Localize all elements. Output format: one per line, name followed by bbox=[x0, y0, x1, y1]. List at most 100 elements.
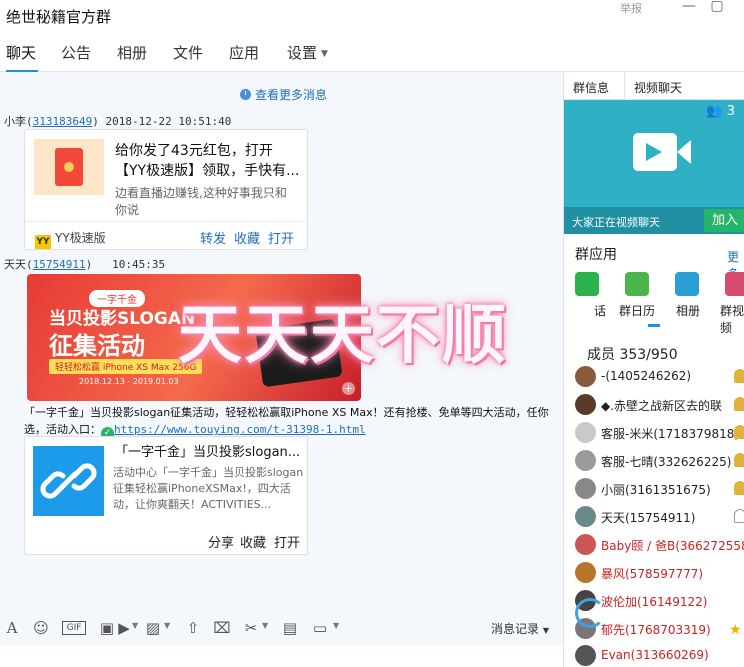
sender-name: 天天 bbox=[4, 258, 26, 271]
member-name: -(1405246262) bbox=[601, 369, 692, 383]
message-link[interactable]: https://www.touying.com/t-31398-1.html bbox=[114, 423, 366, 436]
video-member-count-value: 3 bbox=[726, 104, 735, 119]
loading-spinner-icon bbox=[575, 598, 605, 628]
sender-uid[interactable]: 15754911 bbox=[33, 258, 86, 271]
message-time: 2018-12-22 10:51:40 bbox=[105, 115, 232, 128]
message-input[interactable] bbox=[0, 645, 563, 667]
favorite-button[interactable]: 收藏 bbox=[234, 228, 260, 247]
gif-icon[interactable]: GIF bbox=[62, 621, 86, 635]
group-tabs: 聊天 公告 相册 文件 应用 设置 ▼ bbox=[0, 30, 744, 72]
red-envelope-thumbnail bbox=[34, 139, 104, 195]
tab-video-chat[interactable]: 视频聊天 bbox=[634, 79, 682, 96]
font-icon[interactable]: A bbox=[3, 619, 21, 637]
video-chat-panel[interactable]: 👥 3 大家正在视频聊天 加入 bbox=[564, 100, 744, 234]
open-button[interactable]: 打开 bbox=[274, 532, 300, 551]
member-item[interactable]: 天天(15754911) bbox=[564, 503, 744, 531]
zoom-icon[interactable]: + bbox=[342, 382, 355, 395]
open-button[interactable]: 打开 bbox=[268, 228, 294, 247]
screen-share-icon[interactable]: ▭ bbox=[311, 619, 329, 637]
member-item[interactable]: Baby颐 / 爸B(366272558) bbox=[564, 531, 744, 559]
member-name: 郁先(1768703319) bbox=[601, 623, 711, 637]
avatar bbox=[575, 478, 596, 499]
chevron-down-icon[interactable]: ▼ bbox=[333, 621, 339, 630]
message-sender: 小李(313183649) 2018-12-22 10:51:40 bbox=[4, 115, 232, 128]
image-icon[interactable]: ▨ bbox=[144, 619, 162, 637]
card-description: 边看直播边赚钱,这种好事我只和你说 bbox=[115, 186, 287, 217]
calendar-icon[interactable] bbox=[625, 272, 649, 296]
avatar bbox=[575, 534, 596, 555]
right-panel: 群信息 视频聊天 👥 3 大家正在视频聊天 加入 群应用 更多 话 群日历 相册… bbox=[563, 72, 744, 667]
people-icon: 👥 bbox=[706, 104, 723, 119]
history-label: 消息记录 bbox=[491, 622, 540, 636]
card-title: 「一字千金」当贝投影slogan... bbox=[115, 445, 301, 460]
member-item[interactable]: Evan(313660269) bbox=[564, 642, 744, 667]
album-icon[interactable] bbox=[675, 272, 699, 296]
upload-icon[interactable]: ⇧ bbox=[184, 619, 202, 637]
more-messages-link[interactable]: 查看更多消息 bbox=[240, 86, 327, 103]
input-toolbar: A ☺ GIF ▣ ▶ ▼ ▨ ▼ ⇧ ⌧ ✂ ▼ ▤ ▭ ▼ 消息记录 ▼ bbox=[0, 615, 563, 645]
member-item[interactable]: 客服-七晴(332626225) bbox=[564, 447, 744, 475]
favorite-button[interactable]: 收藏 bbox=[240, 532, 266, 551]
message-history-button[interactable]: 消息记录 ▼ bbox=[491, 620, 549, 637]
sender-uid[interactable]: 313183649 bbox=[33, 115, 93, 128]
red-envelope-icon bbox=[55, 148, 83, 186]
star-icon: ★ bbox=[729, 622, 742, 638]
chevron-down-icon[interactable]: ▼ bbox=[262, 621, 268, 630]
message-time: 10:45:35 bbox=[112, 258, 166, 271]
chevron-down-icon[interactable]: ▼ bbox=[164, 621, 170, 630]
card-source: YY YY极速版 bbox=[35, 229, 106, 249]
gallery-icon[interactable]: ▣ bbox=[98, 619, 116, 637]
video-camera-icon bbox=[633, 133, 677, 171]
tab-apps[interactable]: 应用 bbox=[229, 42, 259, 63]
member-item[interactable]: ◆.赤壁之战新区去的联 bbox=[564, 391, 744, 419]
redpacket-card[interactable]: 给你发了43元红包，打开【YY极速版】领取，手快有... 边看直播边赚钱,这种好… bbox=[24, 129, 308, 250]
avatar bbox=[575, 645, 596, 666]
video-icon[interactable]: ▶ bbox=[115, 619, 133, 637]
edit-icon bbox=[734, 509, 744, 523]
share-button[interactable]: 分享 bbox=[208, 532, 234, 551]
tab-announcement[interactable]: 公告 bbox=[61, 42, 91, 63]
tab-settings[interactable]: 设置 ▼ bbox=[287, 42, 328, 63]
phone-icon[interactable] bbox=[575, 272, 599, 296]
group-video-icon[interactable] bbox=[725, 272, 744, 296]
tab-files[interactable]: 文件 bbox=[173, 42, 203, 63]
video-member-count: 👥 3 bbox=[706, 104, 735, 119]
avatar bbox=[575, 450, 596, 471]
join-video-button[interactable]: 加入 bbox=[704, 209, 744, 232]
overlay-caption: 天天天不顺 bbox=[178, 299, 508, 373]
chevron-down-icon[interactable]: ▼ bbox=[132, 621, 138, 630]
tab-settings-label: 设置 bbox=[287, 44, 318, 62]
member-item[interactable]: 小丽(3161351675) bbox=[564, 475, 744, 503]
tab-group-info[interactable]: 群信息 bbox=[573, 79, 609, 96]
maximize-icon[interactable]: ▢ bbox=[710, 0, 724, 14]
report-link[interactable]: 举报 bbox=[620, 0, 642, 16]
member-name: Baby颐 / 爸B(366272558) bbox=[601, 539, 744, 553]
video-status-bar: 大家正在视频聊天 加入 bbox=[564, 207, 744, 234]
link-card[interactable]: 「一字千金」当贝投影slogan... 活动中心「一字千金」当贝投影slogan… bbox=[24, 436, 308, 555]
member-item[interactable]: -(1405246262) bbox=[564, 363, 744, 391]
member-name: ◆.赤壁之战新区去的联 bbox=[601, 399, 723, 413]
member-name: 小丽(3161351675) bbox=[601, 483, 711, 497]
member-name: 波伦加(16149122) bbox=[601, 595, 708, 609]
tab-chat[interactable]: 聊天 bbox=[6, 42, 36, 63]
member-name: 客服-七晴(332626225) bbox=[601, 455, 732, 469]
tab-album[interactable]: 相册 bbox=[117, 42, 147, 63]
document-icon[interactable]: ▤ bbox=[281, 619, 299, 637]
minimize-icon[interactable]: — bbox=[682, 0, 696, 14]
member-badge-icon bbox=[734, 481, 744, 495]
member-item[interactable]: 暴风(578597777) bbox=[564, 559, 744, 587]
video-status-text: 大家正在视频聊天 bbox=[572, 216, 660, 229]
card-source-label: YY极速版 bbox=[55, 231, 106, 245]
avatar bbox=[575, 562, 596, 583]
member-item[interactable]: 客服-米米(1718379818) bbox=[564, 419, 744, 447]
app-label: 话 bbox=[594, 304, 607, 318]
member-name: 暴风(578597777) bbox=[601, 567, 704, 581]
card-description: 活动中心「一字千金」当贝投影slogan征集轻松赢iPhoneXSMax!，四大… bbox=[113, 466, 304, 511]
video-camera-lens bbox=[677, 140, 691, 164]
emoji-icon[interactable]: ☺ bbox=[32, 619, 50, 637]
banner-subheadline: 征集活动 bbox=[49, 332, 145, 360]
gift-icon[interactable]: ⌧ bbox=[213, 619, 231, 637]
tab-divider bbox=[624, 72, 625, 100]
forward-button[interactable]: 转发 bbox=[200, 228, 226, 247]
scissors-icon[interactable]: ✂ bbox=[242, 619, 260, 637]
